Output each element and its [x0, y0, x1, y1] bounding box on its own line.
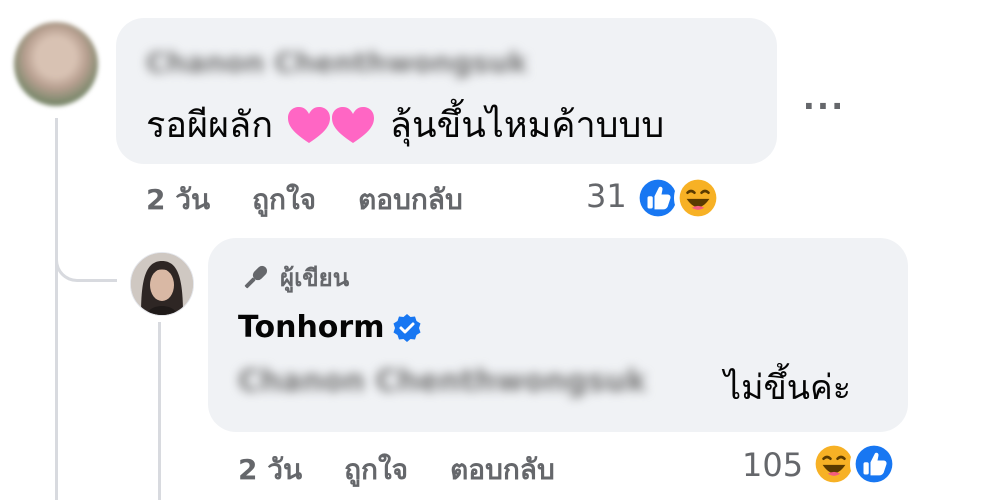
reply-reply-button[interactable]: ตอบกลับ	[450, 448, 555, 492]
reply-reaction-icons[interactable]	[810, 440, 898, 488]
reaction-count[interactable]: 31	[586, 177, 627, 215]
comment-text: รอผีผลัก ลุ้นขึ้นไหมค้าบบบ	[146, 96, 664, 153]
reply-actions: 2 วัน ถูกใจ ตอบกลับ	[238, 448, 597, 492]
mentioned-user[interactable]: Chanon Chenthwongsuk	[238, 364, 647, 399]
reply-text: ไม่ขึ้นค่ะ	[724, 368, 852, 408]
haha-icon	[674, 174, 722, 222]
like-button[interactable]: ถูกใจ	[252, 178, 316, 222]
verified-badge-icon	[393, 313, 421, 342]
microphone-icon	[244, 265, 268, 288]
like-icon	[850, 440, 898, 488]
reply-button[interactable]: ตอบกลับ	[358, 178, 463, 222]
thread-line-main	[55, 118, 58, 500]
author-badge-label: ผู้เขียน	[280, 264, 350, 292]
comment-thread: Chanon Chenthwongsuk รอผีผลัก ลุ้นขึ้นไห…	[0, 0, 994, 500]
author-portrait-icon	[131, 253, 193, 315]
more-options-button[interactable]: ...	[800, 74, 848, 122]
comment-text-before: รอผีผลัก	[146, 105, 274, 146]
reply-like-button[interactable]: ถูกใจ	[344, 448, 408, 492]
author-badge: ผู้เขียน	[238, 258, 349, 297]
comment-text-after: ลุ้นขึ้นไหมค้าบบบ	[389, 105, 665, 146]
reply-reaction-count[interactable]: 105	[742, 446, 803, 484]
comment-time[interactable]: 2 วัน	[146, 178, 210, 222]
reaction-icons[interactable]	[634, 174, 722, 222]
reply-time[interactable]: 2 วัน	[238, 448, 302, 492]
thread-line-reply	[158, 322, 161, 500]
comment-actions: 2 วัน ถูกใจ ตอบกลับ	[146, 178, 505, 222]
author-avatar[interactable]	[130, 252, 194, 316]
reply-author[interactable]: Tonhorm	[238, 310, 422, 345]
commenter-avatar[interactable]	[14, 22, 98, 106]
commenter-name[interactable]: Chanon Chenthwongsuk	[146, 46, 527, 79]
pink-hearts-icon	[288, 107, 375, 143]
reply-author-name[interactable]: Tonhorm	[238, 310, 384, 345]
thread-line-branch	[55, 218, 117, 282]
